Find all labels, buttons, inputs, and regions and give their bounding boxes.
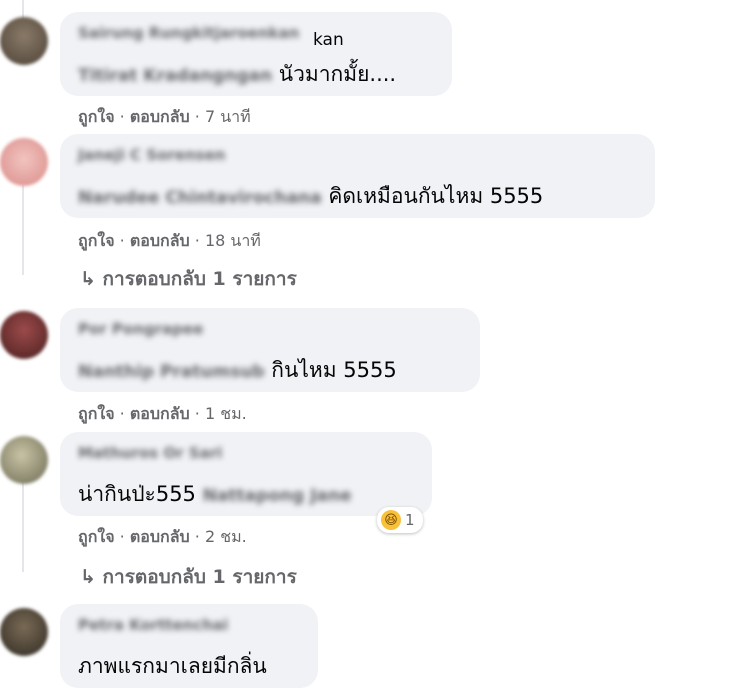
comment-text-line: น่ากินป่ะ555 Nattapong Jane (78, 478, 352, 511)
reaction-summary[interactable]: 😆 1 (377, 507, 423, 533)
comment-author[interactable]: Petra Korttenchai (78, 616, 228, 634)
reply-button[interactable]: ตอบกลับ (130, 527, 190, 546)
view-replies-label: การตอบกลับ 1 รายการ (102, 566, 297, 588)
separator: · (194, 404, 200, 423)
comment-author[interactable]: Sairung Rungkitjaroenkan (78, 24, 299, 42)
separator: · (119, 231, 125, 250)
avatar[interactable] (0, 138, 48, 186)
tagged-name[interactable]: Titirat Kradangngan (78, 66, 272, 86)
like-button[interactable]: ถูกใจ (78, 527, 115, 546)
reply-button[interactable]: ตอบกลับ (130, 404, 190, 423)
comment-author[interactable]: Janeji C Sorensen (78, 146, 225, 164)
comment-text: คิดเหมือนกันไหม 5555 (328, 184, 544, 208)
reply-arrow-icon: ↳ (80, 566, 96, 588)
comment-bubble: Por Pongrapee Nanthip Pratumsub กินไหม 5… (60, 308, 480, 392)
like-button[interactable]: ถูกใจ (78, 107, 115, 126)
separator: · (119, 107, 125, 126)
comment-text: ภาพแรกมาเลยมีกลิ่น (78, 654, 267, 678)
comment-bubble: Petra Korttenchai ภาพแรกมาเลยมีกลิ่น (60, 604, 318, 688)
view-replies-link[interactable]: ↳ การตอบกลับ 1 รายการ (80, 264, 297, 294)
thread-line (22, 480, 24, 572)
like-button[interactable]: ถูกใจ (78, 231, 115, 250)
comment-bubble: Janeji C Sorensen Narudee Chintavirochan… (60, 134, 655, 218)
thread-line (22, 185, 24, 275)
separator: · (119, 527, 125, 546)
comment-actions: ถูกใจ · ตอบกลับ · 1 ชม. (78, 402, 247, 427)
comment-actions: ถูกใจ · ตอบกลับ · 18 นาที (78, 229, 261, 254)
comment-text-line: ภาพแรกมาเลยมีกลิ่น (78, 650, 267, 683)
reaction-count: 1 (405, 511, 415, 529)
comment-timestamp[interactable]: 1 ชม. (205, 404, 247, 423)
comment-text: กินไหม 5555 (271, 358, 397, 382)
comment-author-tail: kan (313, 30, 344, 50)
comment-timestamp[interactable]: 2 ชม. (205, 527, 247, 546)
comment-text-line: Narudee Chintavirochana คิดเหมือนกันไหม … (78, 180, 543, 213)
comment-author[interactable]: Mathuros Or Sari (78, 444, 222, 462)
tagged-name[interactable]: Nanthip Pratumsub (78, 362, 265, 382)
avatar[interactable] (0, 436, 48, 484)
reply-button[interactable]: ตอบกลับ (130, 231, 190, 250)
comment-author[interactable]: Por Pongrapee (78, 320, 203, 338)
comment-actions: ถูกใจ · ตอบกลับ · 2 ชม. (78, 525, 247, 550)
separator: · (119, 404, 125, 423)
comment-text: นัวมากมั้ย.... (278, 62, 397, 86)
comment-text-line: Nanthip Pratumsub กินไหม 5555 (78, 354, 397, 387)
avatar[interactable] (0, 311, 48, 359)
avatar[interactable] (0, 608, 48, 656)
view-replies-link[interactable]: ↳ การตอบกลับ 1 รายการ (80, 562, 297, 592)
separator: · (194, 107, 200, 126)
view-replies-label: การตอบกลับ 1 รายการ (102, 268, 297, 290)
reply-button[interactable]: ตอบกลับ (130, 107, 190, 126)
comment-bubble: Sairung Rungkitjaroenkan kan Titirat Kra… (60, 12, 452, 96)
reply-arrow-icon: ↳ (80, 268, 96, 290)
separator: · (194, 231, 200, 250)
comment-bubble: Mathuros Or Sari น่ากินป่ะ555 Nattapong … (60, 432, 432, 516)
avatar[interactable] (0, 17, 48, 65)
tagged-name[interactable]: Nattapong Jane (203, 486, 352, 506)
comment-timestamp[interactable]: 7 นาที (205, 107, 251, 126)
comment-text-line: Titirat Kradangngan นัวมากมั้ย.... (78, 58, 396, 91)
separator: · (194, 527, 200, 546)
like-button[interactable]: ถูกใจ (78, 404, 115, 423)
tagged-name[interactable]: Narudee Chintavirochana (78, 188, 322, 208)
comment-timestamp[interactable]: 18 นาที (205, 231, 261, 250)
comment-actions: ถูกใจ · ตอบกลับ · 7 นาที (78, 105, 251, 130)
haha-reaction-icon: 😆 (381, 510, 401, 530)
comment-text: น่ากินป่ะ555 (78, 482, 196, 506)
